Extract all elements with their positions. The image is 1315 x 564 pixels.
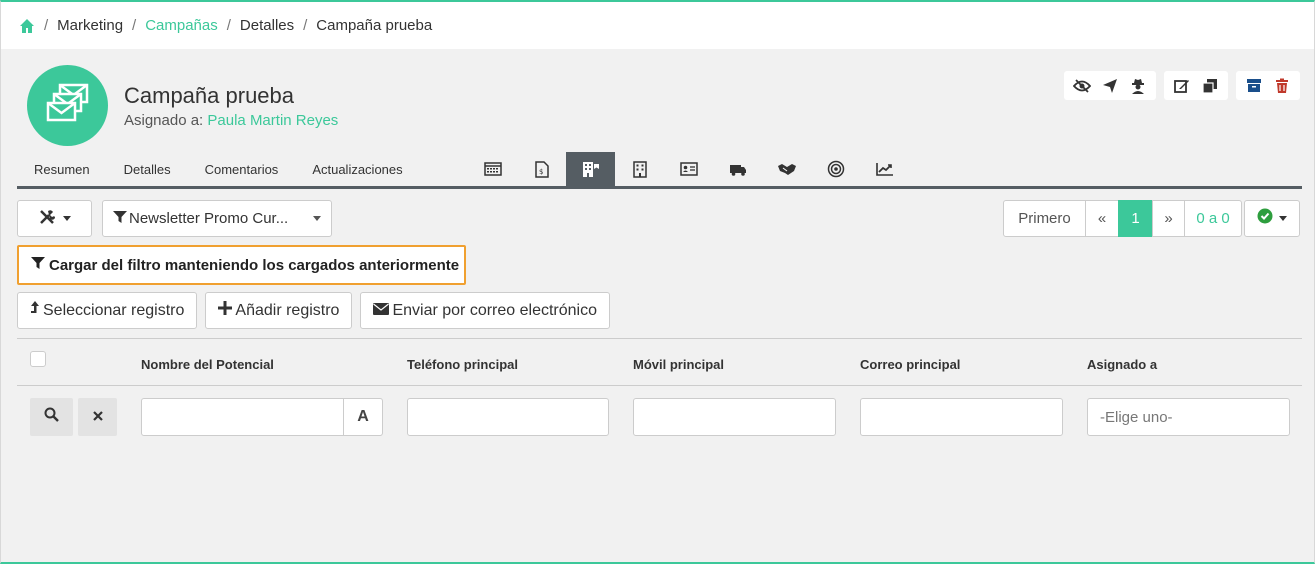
send-email-label: Enviar por correo electrónico [392,301,597,319]
archive-icon[interactable] [1242,74,1266,98]
breadcrumb-separator: / [44,17,49,34]
tab-actualizaciones[interactable]: Actualizaciones [295,152,419,186]
action-group-1 [1064,71,1156,100]
check-circle-icon [1257,208,1273,229]
pager-prev[interactable]: « [1085,200,1119,237]
campaign-avatar [27,65,108,146]
copy-icon[interactable] [1198,74,1222,98]
table-header: Nombre del Potencial Teléfono principal … [17,338,1302,386]
chevron-down-icon [313,216,321,221]
breadcrumb-current: Campaña prueba [316,17,433,34]
breadcrumb-separator: / [303,17,308,34]
user-secret-icon[interactable] [1126,74,1150,98]
chevron-down-icon [62,216,71,221]
assigned-label: Asignado a: [124,111,204,129]
select-record-button[interactable]: Seleccionar registro [17,292,198,329]
related-icon-tabs: $ [468,152,909,186]
check-dropdown-button[interactable] [1244,200,1300,237]
pagination: Primero « 1 » 0 a 0 [1003,200,1242,237]
plus-icon [218,301,233,320]
select-record-label: Seleccionar registro [43,301,185,319]
record-header: Campaña prueba Asignado a: Paula Martin … [27,65,338,146]
building-active-icon[interactable] [566,152,615,186]
eye-slash-icon[interactable] [1070,74,1094,98]
breadcrumb-separator: / [226,17,231,34]
svg-text:$: $ [539,168,543,176]
add-record-button[interactable]: Añadir registro [205,292,353,329]
movil-filter-input[interactable] [633,398,836,436]
column-header-nombre[interactable]: Nombre del Potencial [141,357,274,372]
column-header-correo[interactable]: Correo principal [860,357,960,372]
document-icon[interactable]: $ [517,152,566,186]
building-icon[interactable] [615,152,664,186]
text-mode-button[interactable]: A [343,398,383,436]
handshake-icon[interactable] [762,152,811,186]
action-group-2 [1164,71,1228,100]
search-icon [44,407,59,427]
chart-line-icon[interactable] [860,152,909,186]
pager-next[interactable]: » [1152,200,1185,237]
tools-icon [39,209,57,229]
select-all-checkbox[interactable] [30,351,46,367]
record-actions-toolbar [1064,71,1300,100]
list-toolbar: Newsletter Promo Cur... [17,200,332,237]
filter-select-value: Newsletter Promo Cur... [129,210,289,227]
pager-count: 0 a 0 [1184,200,1242,237]
envelope-icon [373,302,390,320]
chevron-down-icon [1279,216,1287,221]
correo-filter-input[interactable] [860,398,1063,436]
pager-first[interactable]: Primero [1003,200,1086,237]
telefono-filter-input[interactable] [407,398,609,436]
envelopes-icon [46,83,90,128]
record-action-buttons: Seleccionar registro Añadir registro Env… [17,292,610,329]
calendar-icon[interactable] [468,152,517,186]
table-filter-row: A -Elige uno- [17,398,1302,436]
filter-icon [113,210,127,228]
send-email-button[interactable]: Enviar por correo electrónico [360,292,610,329]
breadcrumb-detalles[interactable]: Detalles [240,17,294,34]
truck-icon[interactable] [713,152,762,186]
action-group-3 [1236,71,1300,100]
trash-icon[interactable] [1270,74,1294,98]
pager-current[interactable]: 1 [1118,200,1153,237]
contact-card-icon[interactable] [664,152,713,186]
target-icon[interactable] [811,152,860,186]
breadcrumb-marketing[interactable]: Marketing [57,17,123,34]
breadcrumb: / Marketing / Campañas / Detalles / Camp… [1,2,1314,49]
column-header-telefono[interactable]: Teléfono principal [407,357,518,372]
page-title: Campaña prueba [124,82,295,108]
column-header-asignado[interactable]: Asignado a [1087,357,1157,372]
close-icon [92,408,103,426]
add-record-label: Añadir registro [235,301,340,319]
home-icon[interactable] [19,18,35,34]
breadcrumb-separator: / [132,17,137,34]
tab-resumen[interactable]: Resumen [17,152,107,186]
tabs-bar: Resumen Detalles Comentarios Actualizaci… [17,152,1302,189]
column-header-movil[interactable]: Móvil principal [633,357,724,372]
asignado-filter-select[interactable]: -Elige uno- [1087,398,1290,436]
send-icon[interactable] [1098,74,1122,98]
filter-icon [31,256,45,274]
arrow-up-icon [30,300,40,321]
search-button[interactable] [30,398,73,436]
load-filter-keep-button[interactable]: Cargar del filtro manteniendo los cargad… [17,245,466,285]
clear-filters-button[interactable] [78,398,117,436]
assigned-to: Asignado a: Paula Martin Reyes [124,112,338,129]
tab-detalles[interactable]: Detalles [107,152,188,186]
nombre-filter-input[interactable] [141,398,345,436]
tools-dropdown-button[interactable] [17,200,92,237]
load-filter-label: Cargar del filtro manteniendo los cargad… [49,256,460,274]
edit-icon[interactable] [1170,74,1194,98]
tab-comentarios[interactable]: Comentarios [188,152,296,186]
filter-select[interactable]: Newsletter Promo Cur... [102,200,332,237]
breadcrumb-campanas[interactable]: Campañas [145,17,218,34]
assigned-user-link[interactable]: Paula Martin Reyes [207,112,338,129]
